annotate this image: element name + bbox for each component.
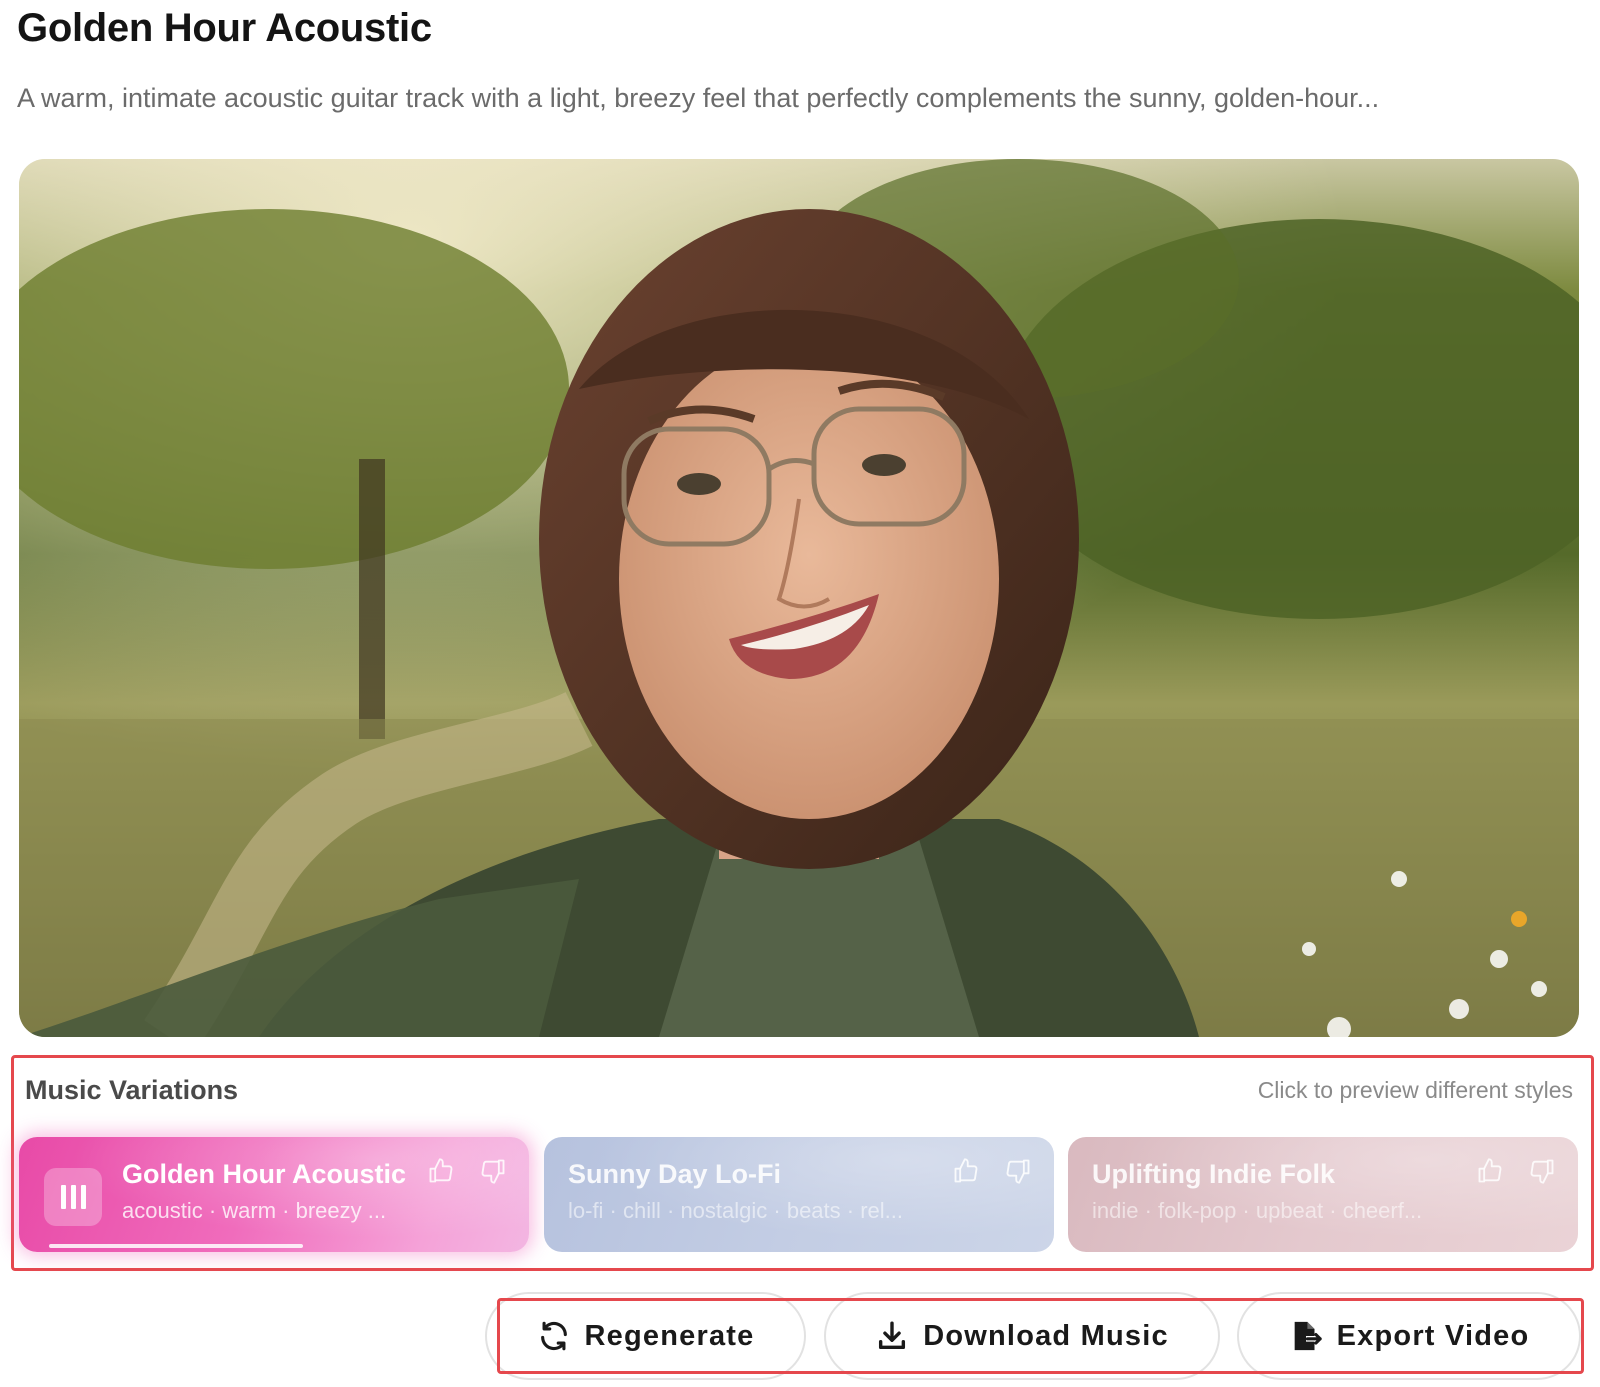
pause-bars-icon [60, 1185, 86, 1209]
variation-tags: indie · folk-pop · upbeat · cheerf... [1092, 1198, 1423, 1223]
variation-tags: acoustic · warm · breezy ... [122, 1198, 387, 1223]
refresh-icon [540, 1321, 567, 1351]
variation-title: Sunny Day Lo-Fi [568, 1159, 782, 1189]
thumbs-up-icon[interactable] [952, 1157, 980, 1185]
variation-tags: lo-fi · chill · nostalgic · beats · rel.… [568, 1198, 903, 1223]
thumbs-up-icon[interactable] [427, 1157, 455, 1185]
variation-card-uplifting-indie-folk[interactable]: Uplifting Indie Folk indie · folk-pop · … [1068, 1137, 1578, 1252]
export-video-button[interactable]: Export Video [1237, 1292, 1581, 1380]
card-sheen [1068, 1137, 1578, 1252]
thumbs-down-icon[interactable] [479, 1157, 507, 1185]
card-sheen [544, 1137, 1054, 1252]
variation-title: Golden Hour Acoustic [122, 1159, 407, 1189]
variation-title: Uplifting Indie Folk [1092, 1159, 1335, 1189]
pause-button[interactable] [44, 1168, 102, 1226]
download-music-label: Download Music [923, 1319, 1169, 1352]
playback-progress [49, 1244, 303, 1248]
variation-card-golden-hour-acoustic[interactable]: Golden Hour Acoustic acoustic · warm · b… [19, 1137, 529, 1252]
file-export-icon [1294, 1321, 1322, 1351]
download-icon [879, 1321, 906, 1350]
regenerate-label: Regenerate [584, 1319, 755, 1352]
regenerate-button[interactable]: Regenerate [485, 1292, 806, 1380]
thumbs-up-icon[interactable] [1476, 1157, 1504, 1185]
variation-card-sunny-day-lofi[interactable]: Sunny Day Lo-Fi lo-fi · chill · nostalgi… [544, 1137, 1054, 1252]
thumbs-down-icon[interactable] [1004, 1157, 1032, 1185]
track-description: A warm, intimate acoustic guitar track w… [17, 83, 1380, 113]
page-title: Golden Hour Acoustic [17, 6, 432, 50]
variations-hint: Click to preview different styles [1257, 1077, 1573, 1103]
thumbs-down-icon[interactable] [1528, 1157, 1556, 1185]
preview-image [19, 159, 1579, 1037]
download-music-button[interactable]: Download Music [824, 1292, 1220, 1380]
variations-label: Music Variations [25, 1075, 239, 1105]
export-video-label: Export Video [1336, 1319, 1530, 1352]
portrait-photo [19, 159, 1579, 1037]
